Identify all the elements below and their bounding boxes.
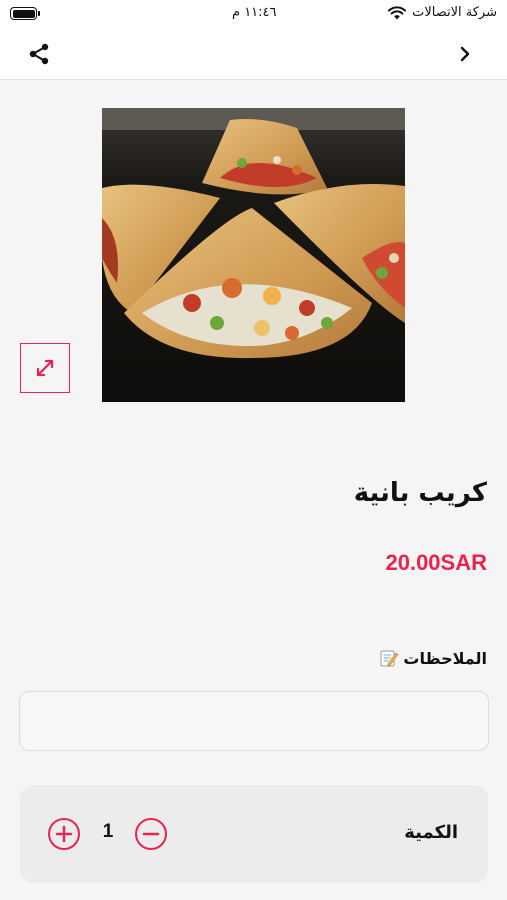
quantity-card: الكمية 1 — [20, 785, 488, 883]
notes-label: الملاحظات — [403, 648, 487, 668]
chevron-right-icon — [460, 46, 470, 62]
expand-image-button[interactable] — [20, 343, 70, 393]
quantity-value: 1 — [102, 821, 114, 842]
product-name: كريب بانية — [353, 478, 487, 508]
expand-icon — [36, 359, 54, 377]
carrier-name: شركة الاتصالات — [412, 5, 497, 20]
product-image[interactable] — [102, 108, 405, 402]
quantity-decrease-button[interactable] — [135, 818, 167, 850]
wifi-icon — [388, 5, 407, 19]
nav-bar — [0, 28, 507, 80]
minus-circle-icon — [142, 832, 160, 836]
notes-input[interactable] — [19, 691, 489, 751]
battery-icon — [10, 7, 40, 20]
status-bar: شركة الاتصالات ١١:٤٦ م — [0, 0, 507, 28]
notes-label-group: الملاحظات — [379, 648, 487, 668]
plus-circle-icon — [55, 825, 73, 843]
share-button[interactable] — [24, 40, 54, 68]
memo-icon — [380, 650, 399, 667]
back-button[interactable] — [453, 40, 477, 68]
share-icon — [29, 43, 49, 65]
status-carrier-group: شركة الاتصالات — [388, 5, 497, 20]
quantity-label: الكمية — [404, 822, 458, 843]
product-price: 20.00SAR — [385, 550, 487, 575]
status-time: ١١:٤٦ م — [232, 5, 277, 20]
quantity-increase-button[interactable] — [48, 818, 80, 850]
crepe-photo — [102, 108, 405, 402]
